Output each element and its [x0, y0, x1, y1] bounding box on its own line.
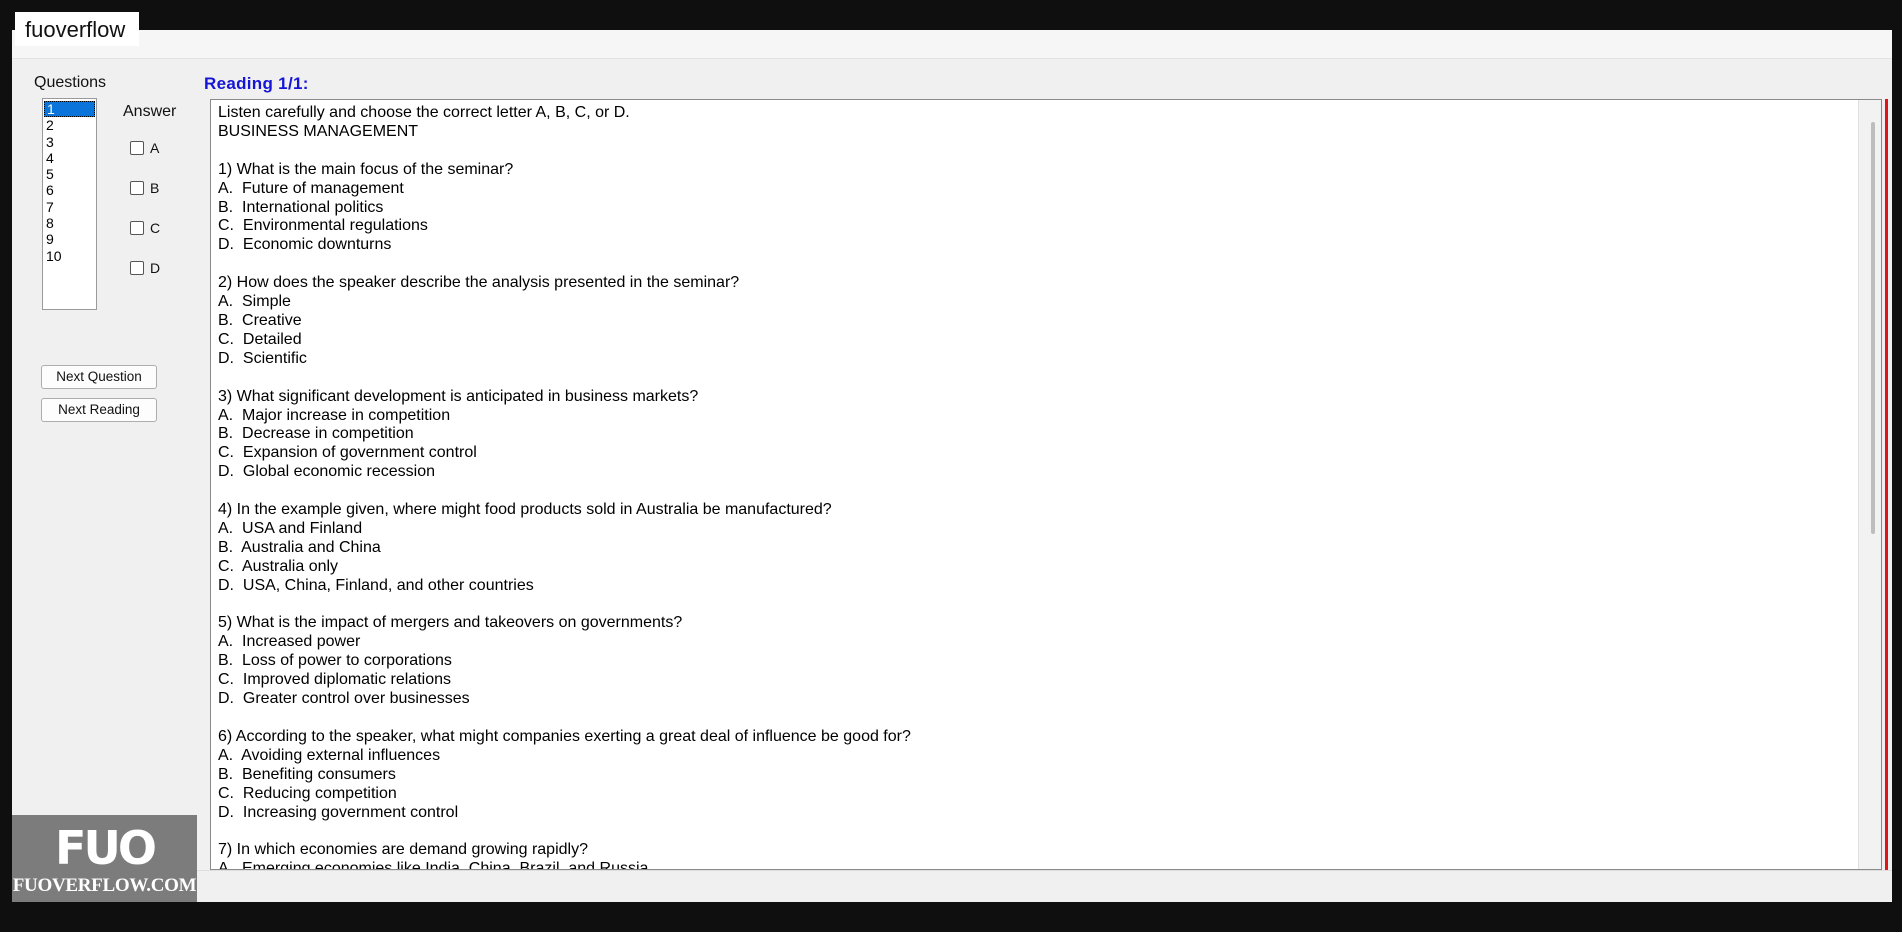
- option-b-label: B: [150, 180, 160, 196]
- answer-option-d[interactable]: D: [130, 260, 160, 276]
- question-item-5[interactable]: 5: [43, 166, 96, 182]
- vertical-scrollbar[interactable]: [1858, 100, 1881, 869]
- logo-mark-icon: FUO: [55, 821, 157, 875]
- question-item-8[interactable]: 8: [43, 215, 96, 231]
- question-item-2[interactable]: 2: [43, 117, 96, 133]
- reading-textbox[interactable]: Listen carefully and choose the correct …: [210, 99, 1882, 870]
- question-item-9[interactable]: 9: [43, 231, 96, 247]
- answer-option-a[interactable]: A: [130, 140, 159, 156]
- next-reading-button[interactable]: Next Reading: [41, 398, 157, 422]
- checkbox-a[interactable]: [130, 141, 144, 155]
- option-a-label: A: [150, 140, 160, 156]
- option-c-label: C: [150, 220, 161, 236]
- questions-label: Questions: [34, 74, 107, 91]
- question-item-7[interactable]: 7: [43, 199, 96, 215]
- answer-option-b[interactable]: B: [130, 180, 159, 196]
- quiz-window: Questions Reading 1/1: 1 2 3 4 5 6 7 8 9…: [12, 30, 1892, 902]
- option-d-label: D: [150, 260, 161, 276]
- logo-text: FUOVERFLOW.COM: [12, 875, 197, 896]
- question-item-1[interactable]: 1: [44, 101, 95, 118]
- scrollbar-thumb[interactable]: [1871, 122, 1875, 534]
- title-strip: [12, 30, 1892, 59]
- answer-label: Answer: [123, 103, 177, 120]
- question-list[interactable]: 1 2 3 4 5 6 7 8 9 10: [42, 98, 97, 310]
- checkbox-b[interactable]: [130, 181, 144, 195]
- answer-option-c[interactable]: C: [130, 220, 160, 236]
- edge-marker: [1885, 99, 1888, 871]
- next-question-button[interactable]: Next Question: [41, 365, 157, 389]
- question-item-6[interactable]: 6: [43, 182, 96, 198]
- fuoverflow-logo: FUO FUOVERFLOW.COM: [12, 815, 197, 902]
- watermark-tag: fuoverflow: [15, 12, 140, 46]
- question-item-10[interactable]: 10: [43, 248, 96, 264]
- checkbox-c[interactable]: [130, 221, 144, 235]
- reading-label: Reading 1/1:: [204, 74, 309, 93]
- question-item-3[interactable]: 3: [43, 134, 96, 150]
- bottom-strip: [12, 870, 1892, 902]
- checkbox-d[interactable]: [130, 261, 144, 275]
- question-item-4[interactable]: 4: [43, 150, 96, 166]
- reading-text: Listen carefully and choose the correct …: [218, 104, 911, 870]
